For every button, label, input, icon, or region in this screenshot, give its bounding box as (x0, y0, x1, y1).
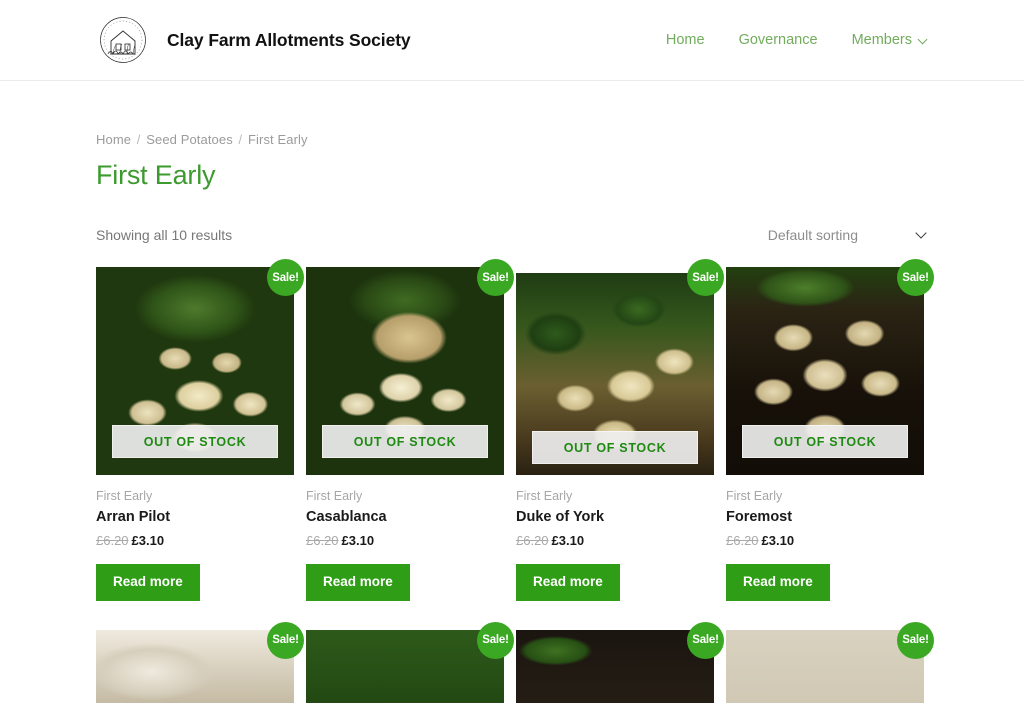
product-thumbnail[interactable] (306, 629, 504, 703)
product-image-potatoes-in-wire-basket-with-leaves (306, 629, 504, 703)
main-navigation: Home Governance Members (666, 32, 928, 48)
product-card[interactable]: OUT OF STOCK Sale! First Early Arran Pil… (96, 259, 304, 601)
sorting-select[interactable]: Default sorting (768, 227, 928, 243)
sale-badge: Sale! (897, 259, 934, 296)
product-card[interactable]: OUT OF STOCK Sale! First Early Casablanc… (306, 259, 514, 601)
out-of-stock-label: OUT OF STOCK (773, 434, 877, 449)
breadcrumb: Home / Seed Potatoes / First Early (96, 132, 928, 147)
allotment-shed-circular-logo-icon (96, 13, 150, 67)
product-thumbnail[interactable] (726, 629, 924, 703)
chevron-down-icon (916, 229, 928, 241)
product-image-muddy-potatoes-on-dark-compost (516, 629, 714, 703)
sale-badge: Sale! (267, 259, 304, 296)
breadcrumb-separator: / (136, 132, 141, 147)
product-category: First Early (516, 489, 573, 503)
product-title[interactable]: Arran Pilot (96, 509, 294, 525)
sale-badge: Sale! (267, 621, 304, 659)
product-price: £6.20 £3.10 (306, 533, 504, 548)
price-sale: £3.10 (761, 533, 795, 548)
sale-badge: Sale! (477, 259, 514, 296)
product-title[interactable]: Casablanca (306, 509, 504, 525)
product-thumbnail[interactable] (96, 629, 294, 703)
breadcrumb-separator: / (238, 132, 243, 147)
product-grid: OUT OF STOCK Sale! First Early Arran Pil… (96, 259, 934, 703)
product-card[interactable]: Sale! (726, 621, 934, 703)
brand-logo-link[interactable]: Clay Farm Allotments Society (96, 13, 411, 67)
main-content: Home / Seed Potatoes / First Early First… (0, 132, 1024, 703)
product-category: First Early (306, 489, 363, 503)
product-thumbnail[interactable]: OUT OF STOCK (96, 267, 294, 475)
nav-item-members-label: Members (851, 32, 912, 48)
price-sale: £3.10 (131, 533, 165, 548)
sale-badge: Sale! (687, 259, 724, 296)
out-of-stock-label: OUT OF STOCK (563, 440, 667, 455)
read-more-button[interactable]: Read more (306, 564, 410, 601)
price-sale: £3.10 (341, 533, 375, 548)
price-original: £6.20 (516, 533, 549, 548)
sorting-select-value: Default sorting (767, 227, 858, 243)
site-header: Clay Farm Allotments Society Home Govern… (0, 0, 1024, 81)
product-thumbnail[interactable]: OUT OF STOCK (516, 273, 714, 475)
out-of-stock-badge: OUT OF STOCK (742, 425, 908, 458)
sale-badge: Sale! (897, 621, 934, 659)
price-sale: £3.10 (551, 533, 585, 548)
product-category: First Early (726, 489, 783, 503)
price-original: £6.20 (96, 533, 129, 548)
sale-badge: Sale! (687, 621, 724, 659)
page-title: First Early (96, 160, 216, 190)
product-card[interactable]: Sale! (306, 621, 514, 703)
result-count: Showing all 10 results (96, 227, 233, 243)
breadcrumb-item-first-early: First Early (247, 132, 308, 147)
product-category: First Early (96, 489, 153, 503)
nav-item-governance[interactable]: Governance (739, 32, 818, 48)
nav-item-home[interactable]: Home (666, 32, 705, 48)
shop-toolbar: Showing all 10 results Default sorting (96, 224, 928, 246)
product-price: £6.20 £3.10 (96, 533, 294, 548)
product-title[interactable]: Duke of York (516, 509, 714, 525)
out-of-stock-label: OUT OF STOCK (353, 434, 457, 449)
out-of-stock-badge: OUT OF STOCK (532, 431, 698, 464)
sale-badge: Sale! (477, 621, 514, 659)
price-original: £6.20 (306, 533, 339, 548)
product-card[interactable]: Sale! (96, 621, 304, 703)
product-price: £6.20 £3.10 (516, 533, 714, 548)
price-original: £6.20 (726, 533, 759, 548)
product-image-red-skinned-potatoes-on-burlap (726, 629, 924, 703)
breadcrumb-item-home[interactable]: Home (96, 132, 131, 147)
product-card[interactable]: OUT OF STOCK Sale! First Early Foremost … (726, 259, 934, 601)
product-card[interactable]: OUT OF STOCK Sale! First Early Duke of Y… (516, 259, 724, 601)
product-thumbnail[interactable]: OUT OF STOCK (726, 267, 924, 475)
out-of-stock-label: OUT OF STOCK (143, 434, 247, 449)
breadcrumb-item-seed-potatoes[interactable]: Seed Potatoes (146, 132, 233, 147)
out-of-stock-badge: OUT OF STOCK (322, 425, 488, 458)
product-card[interactable]: Sale! (516, 621, 724, 703)
nav-item-home-label: Home (665, 32, 705, 48)
product-image-potatoes-spilling-from-hessian-sack (96, 629, 294, 703)
nav-item-members[interactable]: Members (852, 32, 928, 48)
site-title: Clay Farm Allotments Society (167, 29, 411, 50)
out-of-stock-badge: OUT OF STOCK (112, 425, 278, 458)
nav-item-governance-label: Governance (738, 32, 818, 48)
read-more-button[interactable]: Read more (516, 564, 620, 601)
read-more-button[interactable]: Read more (96, 564, 200, 601)
read-more-button[interactable]: Read more (726, 564, 830, 601)
product-thumbnail[interactable] (516, 629, 714, 703)
product-price: £6.20 £3.10 (726, 533, 924, 548)
product-thumbnail[interactable]: OUT OF STOCK (306, 267, 504, 475)
chevron-down-icon (919, 36, 928, 45)
product-title[interactable]: Foremost (726, 509, 924, 525)
